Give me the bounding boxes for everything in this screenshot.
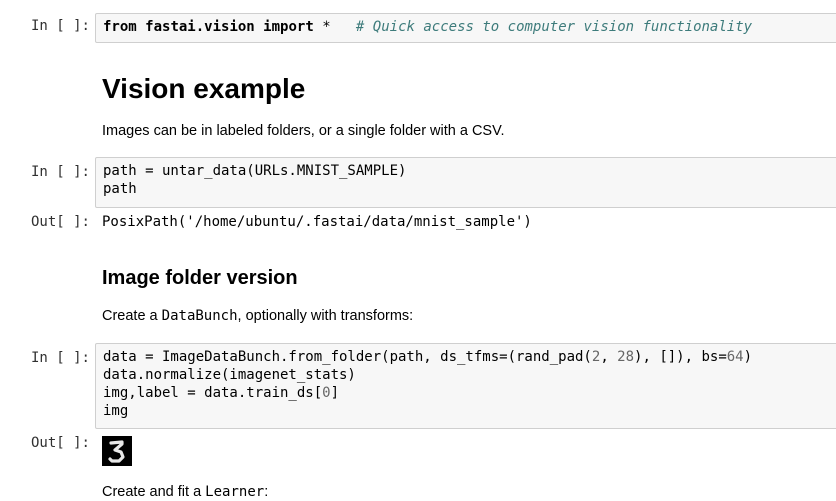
cell-3-in-prompt: In [ ]: [30, 350, 90, 366]
cell-1-in-prompt: In [ ]: [30, 18, 90, 34]
digit-three-glyph [108, 440, 125, 463]
code-star: * [322, 19, 331, 35]
inline-code: Learner [205, 484, 265, 500]
cell-3-code-input[interactable]: data = ImageDataBunch.from_folder(path, … [95, 343, 836, 429]
code-line: img [103, 403, 129, 419]
code-fragment: img,label = data.train_ds[ [103, 385, 323, 401]
mnist-digit-image [102, 436, 132, 466]
code-comment: # Quick access to computer vision functi… [355, 19, 753, 35]
code-fragment: data = ImageDataBunch.from_folder(path, … [103, 349, 592, 365]
code-module: fastai.vision [145, 19, 255, 35]
code-fragment: ) [743, 349, 753, 365]
code-keyword: from [103, 19, 137, 35]
text-fragment: Create and fit a [102, 484, 206, 500]
code-fragment: ), []), bs= [634, 349, 727, 365]
inline-code: DataBunch [161, 308, 238, 324]
text-fragment: Create a [102, 308, 162, 324]
cell-2-code-input[interactable]: path = untar_data(URLs.MNIST_SAMPLE) pat… [95, 157, 836, 208]
code-line: data.normalize(imagenet_stats) [103, 367, 356, 383]
cell-1-code-input[interactable]: from fastai.vision import * # Quick acce… [95, 13, 836, 43]
text-fragment: , optionally with transforms: [237, 308, 414, 324]
cell-2-in-prompt: In [ ]: [30, 164, 90, 180]
code-fragment: ] [330, 385, 340, 401]
subsection-heading: Image folder version [102, 267, 298, 289]
section-heading: Vision example [102, 73, 306, 104]
section-text: Images can be in labeled folders, or a s… [102, 123, 505, 139]
code-number: 28 [617, 349, 635, 365]
code-fragment: , [600, 349, 618, 365]
code-line: path [103, 181, 137, 197]
subsection-text: Create a DataBunch, optionally with tran… [102, 307, 413, 325]
code-line: path = untar_data(URLs.MNIST_SAMPLE) [103, 163, 407, 179]
cell-2-output: PosixPath('/home/ubuntu/.fastai/data/mni… [102, 214, 532, 230]
text-fragment: : [264, 484, 269, 500]
cell-2-out-prompt: Out[ ]: [30, 214, 90, 230]
code-number: 64 [726, 349, 744, 365]
code-keyword: import [263, 19, 314, 35]
learner-text: Create and fit a Learner: [102, 483, 268, 501]
code-number: 0 [322, 385, 331, 401]
cell-3-out-prompt: Out[ ]: [30, 435, 90, 451]
